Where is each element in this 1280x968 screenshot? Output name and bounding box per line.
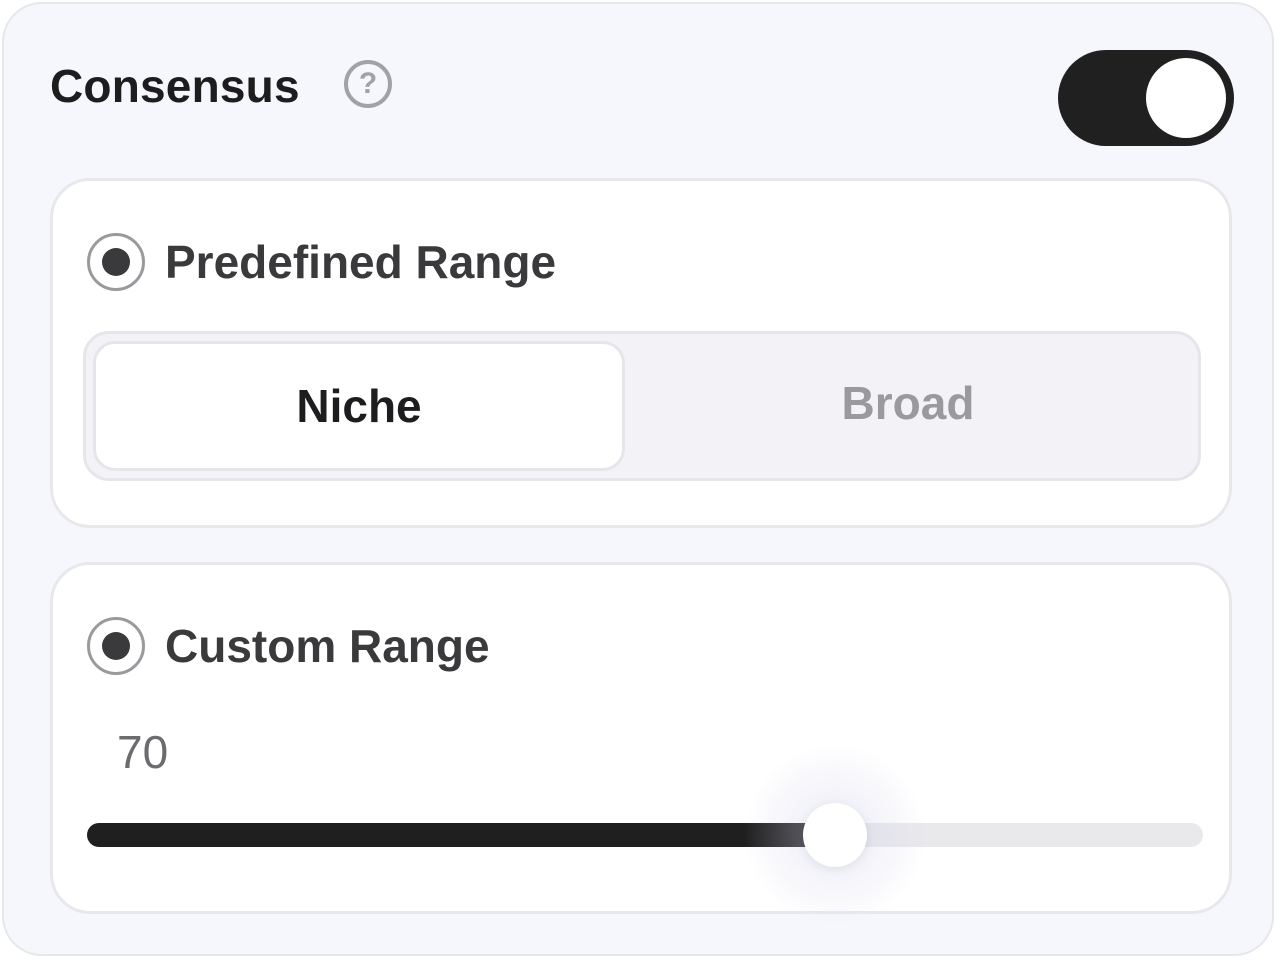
radio-selected-dot [102, 248, 130, 276]
consensus-toggle[interactable] [1058, 50, 1234, 146]
predefined-range-label: Predefined Range [165, 236, 557, 288]
radio-selected-dot [102, 632, 130, 660]
slider-fill [87, 823, 835, 847]
custom-range-card: Custom Range 70 [50, 562, 1232, 925]
custom-range-slider[interactable] [87, 745, 1203, 925]
panel-header: Consensus ? [4, 4, 1272, 174]
toggle-knob [1146, 58, 1226, 138]
slider-thumb[interactable] [802, 803, 867, 867]
consensus-panel: Consensus ? Predefined Range Niche Broad… [2, 2, 1274, 956]
predefined-range-card: Predefined Range Niche Broad [50, 178, 1232, 528]
predefined-range-radio[interactable] [87, 233, 145, 291]
slider-value: 70 [117, 726, 169, 778]
custom-range-radio[interactable] [87, 617, 145, 675]
range-segmented-control: Niche Broad [83, 331, 1201, 481]
panel-title: Consensus [50, 60, 300, 112]
segment-niche[interactable]: Niche [93, 341, 625, 471]
custom-range-label: Custom Range [165, 620, 490, 672]
segment-broad[interactable]: Broad [625, 341, 1191, 471]
question-mark-circle-icon[interactable]: ? [344, 60, 392, 108]
